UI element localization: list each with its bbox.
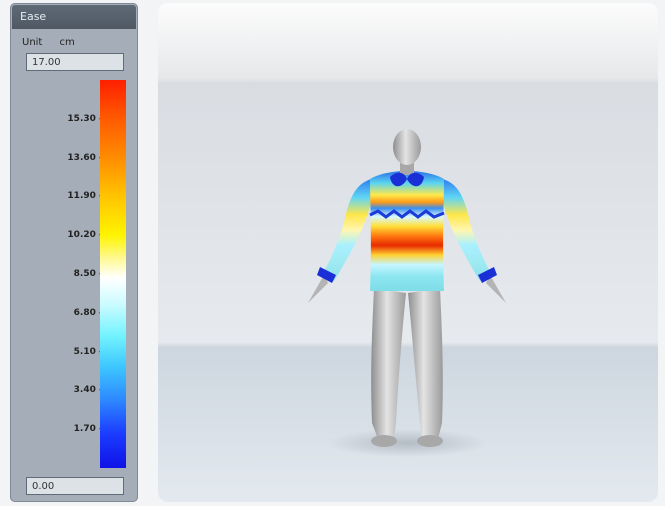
unit-value: cm bbox=[59, 37, 75, 48]
panel-header: Ease bbox=[12, 5, 136, 29]
color-scale-bar bbox=[100, 80, 126, 468]
avatar-figure[interactable] bbox=[158, 3, 658, 502]
right-foot bbox=[417, 435, 443, 447]
scale-tick-label: 10.20 bbox=[67, 230, 102, 240]
scale-tick-label: 1.70 bbox=[74, 424, 102, 434]
3d-viewport[interactable] bbox=[158, 3, 658, 502]
scale-ticks: 15.30 13.60 11.90 10.20 8.50 6.80 5.10 3.40 1.70 bbox=[30, 80, 102, 468]
left-foot bbox=[371, 435, 397, 447]
scale-tick-label: 3.40 bbox=[74, 385, 102, 395]
floor-shadow bbox=[327, 429, 487, 457]
max-value-field[interactable]: 17.00 bbox=[26, 53, 124, 71]
min-value-field[interactable]: 0.00 bbox=[26, 477, 124, 495]
ease-panel: Ease Unit cm 17.00 15.30 13.60 11.90 10.20 8… bbox=[10, 3, 138, 502]
unit-label: Unit bbox=[22, 37, 43, 48]
sweater-body bbox=[370, 171, 444, 291]
panel-title: Ease bbox=[20, 10, 47, 23]
scale-tick-label: 5.10 bbox=[74, 347, 102, 357]
scale-tick-label: 15.30 bbox=[67, 114, 102, 124]
scale-tick-label: 11.90 bbox=[67, 191, 102, 201]
unit-row: Unit cm bbox=[22, 37, 75, 48]
scale-tick-label: 8.50 bbox=[74, 269, 102, 279]
left-leg bbox=[371, 288, 406, 439]
scale-tick-label: 6.80 bbox=[74, 308, 102, 318]
left-sleeve bbox=[322, 179, 374, 281]
right-sleeve bbox=[440, 179, 492, 281]
scale-tick-label: 13.60 bbox=[67, 153, 102, 163]
head bbox=[393, 129, 421, 165]
right-leg bbox=[408, 288, 443, 439]
